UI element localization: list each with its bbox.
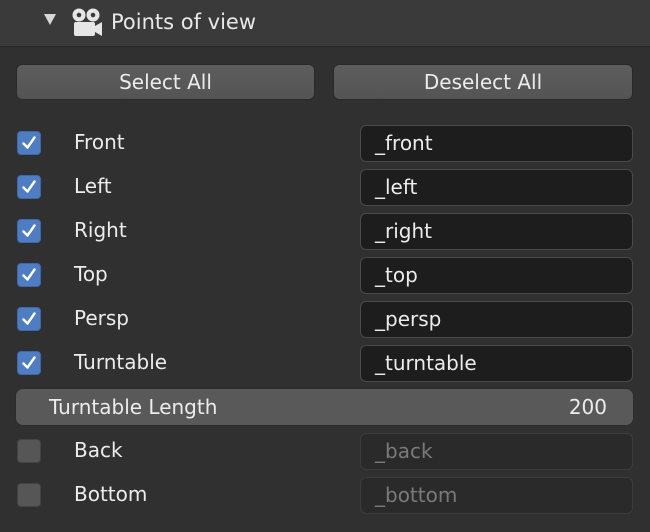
view-row-turntable: Turntable _turntable: [0, 344, 650, 382]
view-label-top: Top: [74, 262, 108, 286]
checkbox-persp[interactable]: [17, 307, 41, 331]
view-row-right: Right _right: [0, 212, 650, 250]
checkbox-back[interactable]: [17, 439, 41, 463]
checkmark-icon: [22, 180, 36, 193]
turntable-length-slider[interactable]: Turntable Length 200: [15, 388, 634, 426]
checkmark-icon: [22, 136, 36, 149]
suffix-field-turntable[interactable]: _turntable: [360, 345, 633, 382]
checkmark-icon: [22, 312, 36, 325]
panel-title: Points of view: [111, 10, 257, 34]
checkmark-icon: [22, 224, 36, 237]
checkbox-front[interactable]: [17, 131, 41, 155]
checkbox-left[interactable]: [17, 175, 41, 199]
suffix-field-back[interactable]: _back: [360, 433, 633, 470]
checkmark-icon: [22, 356, 36, 369]
view-label-persp: Persp: [74, 306, 129, 330]
view-label-bottom: Bottom: [74, 482, 148, 506]
camera-icon: [72, 8, 102, 36]
panel-header[interactable]: Points of view: [0, 0, 650, 47]
view-row-bottom: Bottom _bottom: [0, 476, 650, 514]
suffix-field-top[interactable]: _top: [360, 257, 633, 294]
checkbox-right[interactable]: [17, 219, 41, 243]
view-row-persp: Persp _persp: [0, 300, 650, 338]
checkbox-bottom[interactable]: [17, 483, 41, 507]
select-all-button[interactable]: Select All: [16, 64, 315, 100]
view-row-top: Top _top: [0, 256, 650, 294]
suffix-field-right[interactable]: _right: [360, 213, 633, 250]
view-label-left: Left: [74, 174, 112, 198]
collapse-arrow-icon[interactable]: [44, 14, 56, 25]
suffix-field-persp[interactable]: _persp: [360, 301, 633, 338]
view-row-back: Back _back: [0, 432, 650, 470]
view-label-right: Right: [74, 218, 127, 242]
view-row-front: Front _front: [0, 124, 650, 162]
view-label-back: Back: [74, 438, 123, 462]
view-label-turntable: Turntable: [74, 350, 168, 374]
turntable-length-label: Turntable Length: [49, 395, 218, 419]
view-row-left: Left _left: [0, 168, 650, 206]
turntable-length-value: 200: [568, 395, 607, 419]
suffix-field-bottom[interactable]: _bottom: [360, 477, 633, 514]
checkbox-turntable[interactable]: [17, 351, 41, 375]
suffix-field-front[interactable]: _front: [360, 125, 633, 162]
view-label-front: Front: [74, 130, 125, 154]
deselect-all-button[interactable]: Deselect All: [333, 64, 633, 100]
suffix-field-left[interactable]: _left: [360, 169, 633, 206]
checkmark-icon: [22, 268, 36, 281]
checkbox-top[interactable]: [17, 263, 41, 287]
